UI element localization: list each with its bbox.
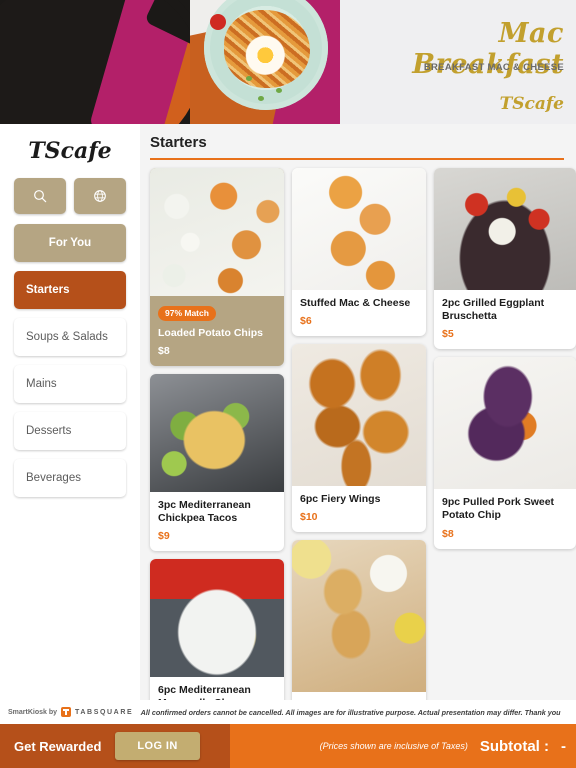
menu-item-name: 6pc Mediterranean Mozzarella Cheese [158,683,251,700]
menu-item-name: 2pc Grilled Eggplant Bruschetta [442,297,545,323]
smartkiosk-label: SmartKiosk by [8,708,58,716]
section-header: Starters [140,124,576,160]
sidebar-item-label: Mains [26,378,57,390]
sidebar-item-label: Soups & Salads [26,331,108,343]
disclaimer-text: All confirmed orders cannot be cancelled… [140,707,561,717]
sidebar-logo: TScafe [28,138,112,164]
chickpea-tacos-photo [150,373,284,492]
rewards-section: Get Rewarded LOG IN [0,724,230,768]
sidebar-item-label: Desserts [26,425,72,437]
stuffed-mac-cheese-photo [292,168,426,290]
globe-icon [94,190,106,202]
menu-item-price: $5 [442,328,454,341]
menu-panel[interactable]: Starters 97% Match Loaded Potato Chips $… [140,124,576,700]
search-button[interactable] [14,178,66,214]
menu-column-1: 97% Match Loaded Potato Chips $8 3pc Med… [150,168,284,700]
sidebar-item-mains[interactable]: Mains [14,365,126,403]
menu-card[interactable]: 2pc Grilled Eggplant Bruschetta $5 [434,168,576,350]
header-photo-skillet [0,0,190,124]
subtotal-section: (Prices shown are inclusive of Taxes) Su… [230,724,576,768]
sidebar-item-beverages[interactable]: Beverages [14,459,126,497]
status-badge: 97% Match [158,305,216,321]
subtotal-value: - [561,737,566,755]
sidebar-item-label: For You [48,237,92,249]
header-photo-plate [190,0,340,124]
menu-card-body: 6pc Fiery Wings $10 [292,486,426,532]
search-icon [34,190,47,203]
menu-column-2: Stuffed Mac & Cheese $6 6pc Fiery Wings … [292,168,426,700]
subtotal-label: Subtotal : [479,737,549,755]
tabsquare-logo-icon [61,707,72,717]
pea-garnish [276,88,282,93]
tax-note: (Prices shown are inclusive of Taxes) [319,741,468,751]
menu-card-body: 6pc Mediterranean Mozzarella Cheese [150,677,284,700]
eggplant-bruschetta-photo [434,168,576,290]
menu-item-price: $9 [158,529,170,542]
sidebar-item-label: Starters [26,284,70,296]
menu-card-body: 97% Match Loaded Potato Chips $8 [150,296,284,366]
bottom-bar: Get Rewarded LOG IN (Prices shown are in… [0,724,576,768]
header-subtitle: BREAKFAST MAC & CHEESE [423,62,564,73]
sidebar-item-label: Beverages [26,472,81,484]
sidebar-nav: For You Starters Soups & Salads Mains De… [0,214,140,497]
menu-card[interactable]: 3pc Mediterranean Chickpea Tacos $9 [150,373,284,551]
menu-card-body: 6pc Smoked Fish Dip $10 [292,692,426,700]
menu-card-body: 9pc Pulled Pork Sweet Potato Chip $8 [434,489,576,548]
menu-card[interactable]: 6pc Mediterranean Mozzarella Cheese [150,558,284,700]
menu-item-name: 3pc Mediterranean Chickpea Tacos [158,498,251,524]
menu-card-body: Stuffed Mac & Cheese $6 [292,290,426,336]
header-brand-watermark: TScafe [499,94,564,114]
plate-food [224,10,310,88]
menu-item-name: Loaded Potato Chips [158,326,263,339]
fiery-wings-photo [292,344,426,487]
tabsquare-wordmark: TABSQUARE [75,708,134,716]
sidebar-item-desserts[interactable]: Desserts [14,412,126,450]
pea-garnish [258,96,264,101]
menu-card[interactable]: 6pc Fiery Wings $10 [292,344,426,533]
pulled-pork-chip-photo [434,357,576,490]
sidebar-item-soups-salads[interactable]: Soups & Salads [14,318,126,356]
menu-item-price: $10 [300,511,318,524]
skillet-mac-photo [0,0,190,124]
smoked-fish-dip-photo [292,540,426,693]
menu-card[interactable]: 6pc Smoked Fish Dip $10 [292,540,426,700]
login-button[interactable]: LOG IN [115,732,200,760]
language-button[interactable] [74,178,126,214]
menu-card-body: 3pc Mediterranean Chickpea Tacos $9 [150,492,284,551]
sidebar: TScafe For You Starters Soups & Salads M… [0,124,140,700]
menu-item-price: $8 [442,527,454,540]
menu-item-price: $6 [300,315,312,328]
get-rewarded-label: Get Rewarded [14,738,102,754]
header-banner: Mac Breakfast BREAKFAST MAC & CHEESE TSc… [0,0,576,124]
disclaimer-bar: SmartKiosk by TABSQUARE All confirmed or… [0,700,576,724]
cherry-tomato [210,14,226,30]
sidebar-item-for-you[interactable]: For You [14,224,126,262]
menu-card[interactable]: Stuffed Mac & Cheese $6 [292,168,426,337]
menu-item-name: 9pc Pulled Pork Sweet Potato Chip [442,496,555,522]
sidebar-icon-row [0,164,140,214]
menu-item-name: 6pc Fiery Wings [300,493,381,506]
menu-column-3: 2pc Grilled Eggplant Bruschetta $5 9pc P… [434,168,576,700]
menu-card[interactable]: 97% Match Loaded Potato Chips $8 [150,168,284,366]
menu-grid: 97% Match Loaded Potato Chips $8 3pc Med… [140,160,576,700]
menu-card-body: 2pc Grilled Eggplant Bruschetta $5 [434,290,576,349]
mozzarella-cheese-photo [150,558,284,677]
loaded-potato-chips-photo [150,168,284,296]
menu-item-price: $8 [158,344,170,357]
pea-garnish [246,76,252,81]
menu-item-name: Stuffed Mac & Cheese [300,297,411,309]
sidebar-item-starters[interactable]: Starters [14,271,126,309]
page-title: Starters [150,134,207,151]
menu-card[interactable]: 9pc Pulled Pork Sweet Potato Chip $8 [434,357,576,549]
